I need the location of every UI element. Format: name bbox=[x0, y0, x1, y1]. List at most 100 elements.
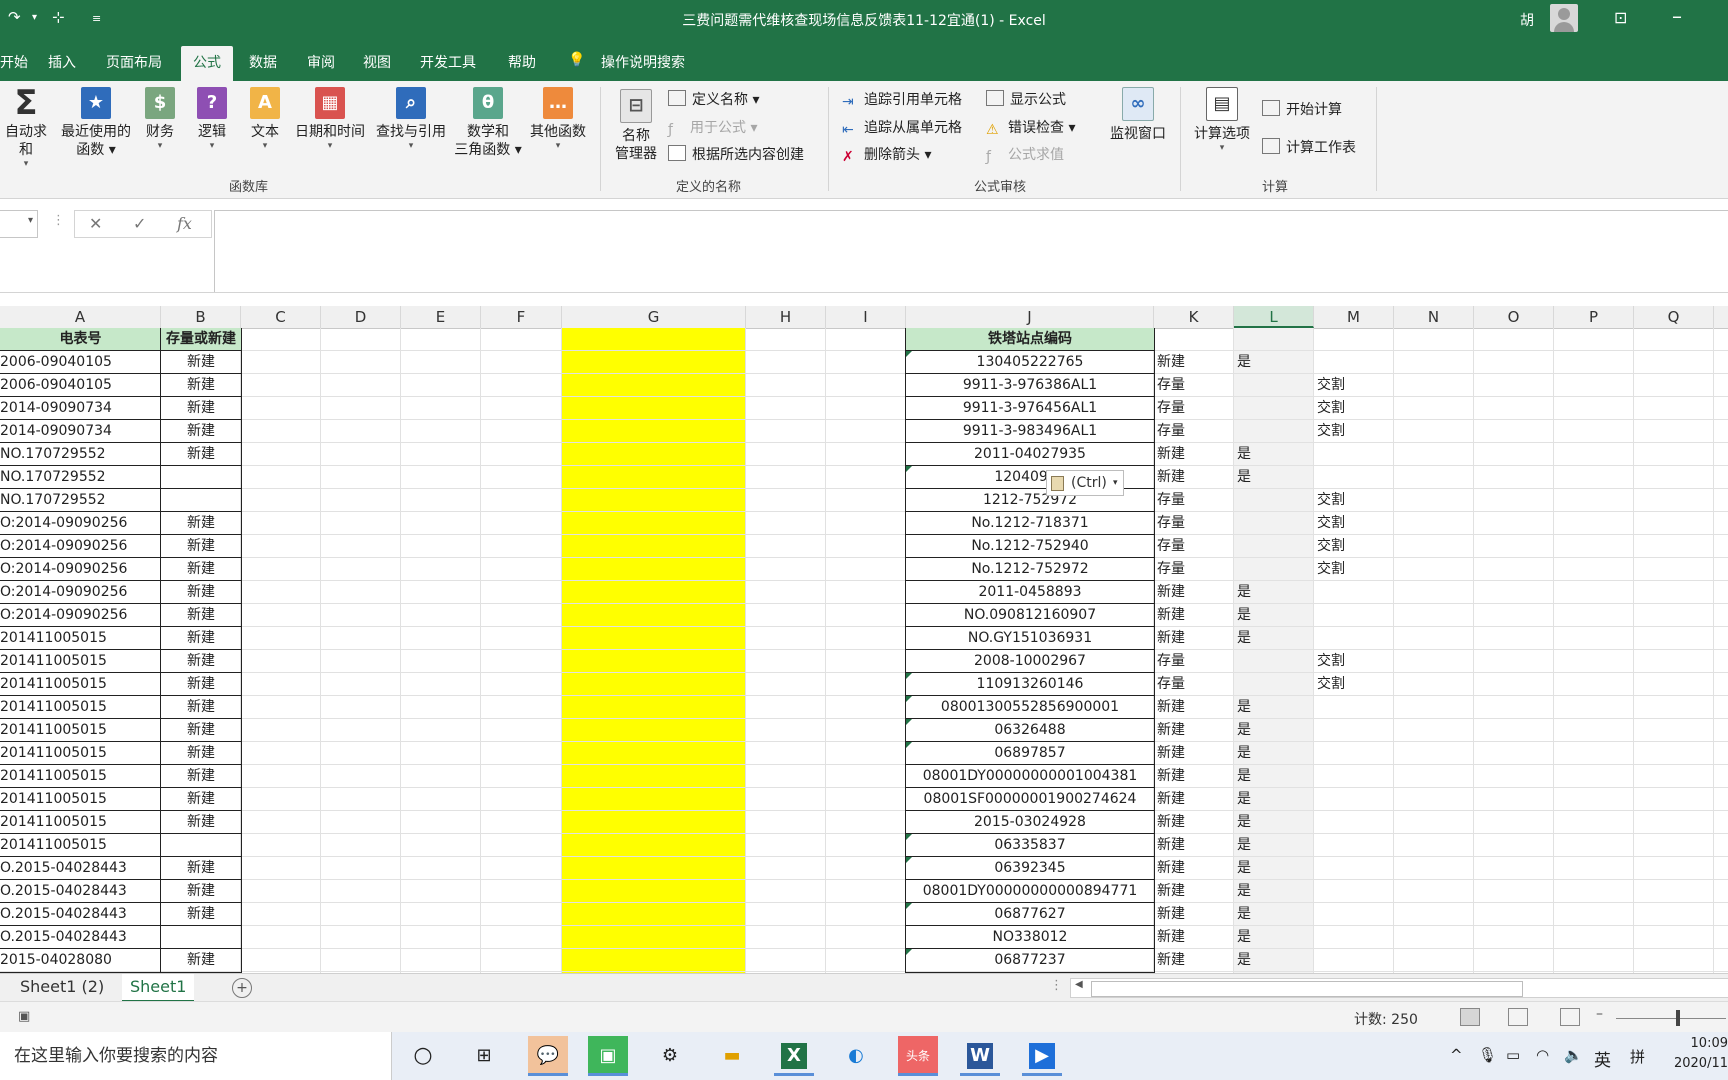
task-view-icon[interactable]: ⊞ bbox=[464, 1036, 504, 1076]
cell-tower-site-code[interactable]: 2015-03024928 bbox=[906, 811, 1154, 833]
cell-stock-or-new[interactable]: 新建 bbox=[161, 949, 241, 971]
error-indicator-icon[interactable] bbox=[906, 742, 912, 748]
cell-meter-no[interactable]: O.2015-04028443 bbox=[0, 880, 158, 902]
define-name-button[interactable]: 定义名称 ▾ bbox=[668, 89, 759, 109]
page-layout-view-icon[interactable] bbox=[1508, 1008, 1528, 1026]
cell-k[interactable]: 存量 bbox=[1157, 558, 1234, 580]
column-header-e[interactable]: E bbox=[401, 306, 481, 328]
cell-m[interactable] bbox=[1317, 443, 1394, 465]
error-indicator-icon[interactable] bbox=[906, 719, 912, 725]
column-header-o[interactable]: O bbox=[1474, 306, 1554, 328]
cell-l[interactable]: 是 bbox=[1237, 719, 1314, 741]
cell-k[interactable]: 新建 bbox=[1157, 811, 1234, 833]
cell-l[interactable]: 是 bbox=[1237, 443, 1314, 465]
header-cell-tower-site-code[interactable]: 铁塔站点编码 bbox=[906, 328, 1154, 350]
cell-l[interactable]: 是 bbox=[1237, 834, 1314, 856]
cell-m[interactable] bbox=[1317, 834, 1394, 856]
minimize-button[interactable]: – bbox=[1672, 4, 1682, 28]
cell-stock-or-new[interactable]: 新建 bbox=[161, 627, 241, 649]
cell-m[interactable] bbox=[1317, 949, 1394, 971]
cell-tower-site-code[interactable]: 06392345 bbox=[906, 857, 1154, 879]
add-sheet-icon[interactable]: + bbox=[232, 978, 252, 998]
battery-icon[interactable]: ▭ bbox=[1506, 1046, 1520, 1064]
sheet-tab-sheet1[interactable]: Sheet1 bbox=[122, 974, 195, 1002]
cell-l[interactable]: 是 bbox=[1237, 788, 1314, 810]
cell-stock-or-new[interactable] bbox=[161, 489, 241, 511]
user-name[interactable]: 胡 bbox=[1520, 10, 1534, 30]
cancel-icon[interactable]: ✕ bbox=[89, 214, 102, 233]
column-header-n[interactable]: N bbox=[1394, 306, 1474, 328]
error-indicator-icon[interactable] bbox=[906, 351, 912, 357]
wifi-icon[interactable]: ◠ bbox=[1536, 1046, 1549, 1064]
cell-meter-no[interactable]: 201411005015 bbox=[0, 696, 158, 718]
cell-l[interactable] bbox=[1237, 374, 1314, 396]
cell-m[interactable] bbox=[1317, 581, 1394, 603]
cell-meter-no[interactable]: 2014-09090734 bbox=[0, 397, 158, 419]
cell-m[interactable] bbox=[1317, 719, 1394, 741]
cell-meter-no[interactable]: O:2014-09090256 bbox=[0, 512, 158, 534]
cell-m[interactable] bbox=[1317, 742, 1394, 764]
column-header-k[interactable]: K bbox=[1154, 306, 1234, 328]
cell-tower-site-code[interactable]: 06335837 bbox=[906, 834, 1154, 856]
cell-tower-site-code[interactable]: NO.GY151036931 bbox=[906, 627, 1154, 649]
datetime-button[interactable]: ▦ 日期和时间 ▾ bbox=[290, 87, 370, 151]
error-indicator-icon[interactable] bbox=[906, 466, 912, 472]
cell-stock-or-new[interactable]: 新建 bbox=[161, 650, 241, 672]
cell-m[interactable]: 交割 bbox=[1317, 673, 1394, 695]
error-indicator-icon[interactable] bbox=[906, 949, 912, 955]
microphone-icon[interactable]: 🎙 bbox=[1478, 1046, 1497, 1064]
cell-l[interactable] bbox=[1237, 420, 1314, 442]
remove-arrows-button[interactable]: ✗ 删除箭头 ▾ bbox=[842, 144, 931, 165]
cell-tower-site-code[interactable]: 08001SF00000001900274624 bbox=[906, 788, 1154, 810]
cell-stock-or-new[interactable] bbox=[161, 834, 241, 856]
macro-record-icon[interactable]: ▣ bbox=[18, 1009, 30, 1024]
lookup-button[interactable]: ⌕ 查找与引用 ▾ bbox=[372, 87, 450, 151]
cell-k[interactable]: 新建 bbox=[1157, 696, 1234, 718]
word-icon[interactable]: W bbox=[960, 1036, 1000, 1076]
header-cell-meter-no[interactable]: 电表号 bbox=[0, 328, 161, 350]
cell-stock-or-new[interactable] bbox=[161, 926, 241, 948]
cell-k[interactable]: 存量 bbox=[1157, 650, 1234, 672]
name-manager-button[interactable]: ⊟ 名称 管理器 bbox=[612, 89, 660, 163]
name-box-dropdown-icon[interactable]: ▾ bbox=[28, 215, 33, 226]
cell-l[interactable]: 是 bbox=[1237, 742, 1314, 764]
cell-meter-no[interactable]: 2015-04028080 bbox=[0, 949, 158, 971]
cell-meter-no[interactable]: 201411005015 bbox=[0, 788, 158, 810]
cell-k[interactable]: 存量 bbox=[1157, 535, 1234, 557]
cell-m[interactable] bbox=[1317, 903, 1394, 925]
tab-insert[interactable]: 插入 bbox=[48, 52, 76, 72]
cell-l[interactable] bbox=[1237, 489, 1314, 511]
tab-developer[interactable]: 开发工具 bbox=[420, 52, 476, 72]
column-header-j[interactable]: J bbox=[906, 306, 1154, 328]
toutiao-icon[interactable]: 头条 bbox=[898, 1036, 938, 1076]
cell-l[interactable]: 是 bbox=[1237, 857, 1314, 879]
cell-meter-no[interactable]: O:2014-09090256 bbox=[0, 535, 158, 557]
tab-help[interactable]: 帮助 bbox=[508, 52, 536, 72]
cell-l[interactable]: 是 bbox=[1237, 903, 1314, 925]
cell-tower-site-code[interactable]: 2011-0458893 bbox=[906, 581, 1154, 603]
cell-meter-no[interactable]: 2014-09090734 bbox=[0, 420, 158, 442]
cell-tower-site-code[interactable]: 2011-04027935 bbox=[906, 443, 1154, 465]
zoom-slider[interactable]: – bbox=[1596, 1006, 1728, 1028]
cell-l[interactable]: 是 bbox=[1237, 696, 1314, 718]
autosum-button[interactable]: Σ 自动求和 ▾ bbox=[0, 86, 52, 169]
cell-meter-no[interactable]: 201411005015 bbox=[0, 650, 158, 672]
tab-home[interactable]: 开始 bbox=[0, 52, 28, 72]
ime-mode[interactable]: 拼 bbox=[1630, 1046, 1645, 1067]
cell-stock-or-new[interactable]: 新建 bbox=[161, 811, 241, 833]
page-break-view-icon[interactable] bbox=[1560, 1008, 1580, 1026]
column-header-i[interactable]: I bbox=[826, 306, 906, 328]
cell-tower-site-code[interactable]: NO338012 bbox=[906, 926, 1154, 948]
cell-l[interactable] bbox=[1237, 397, 1314, 419]
cell-k[interactable]: 新建 bbox=[1157, 443, 1234, 465]
cell-m[interactable] bbox=[1317, 696, 1394, 718]
cell-k[interactable]: 存量 bbox=[1157, 512, 1234, 534]
cell-meter-no[interactable]: NO.170729552 bbox=[0, 489, 158, 511]
cell-stock-or-new[interactable]: 新建 bbox=[161, 765, 241, 787]
zoom-thumb[interactable] bbox=[1676, 1010, 1680, 1026]
cell-k[interactable]: 新建 bbox=[1157, 926, 1234, 948]
cell-meter-no[interactable]: O.2015-04028443 bbox=[0, 903, 158, 925]
trace-precedents-button[interactable]: ⇥ 追踪引用单元格 bbox=[842, 89, 962, 110]
cell-stock-or-new[interactable] bbox=[161, 466, 241, 488]
cell-k[interactable]: 存量 bbox=[1157, 397, 1234, 419]
